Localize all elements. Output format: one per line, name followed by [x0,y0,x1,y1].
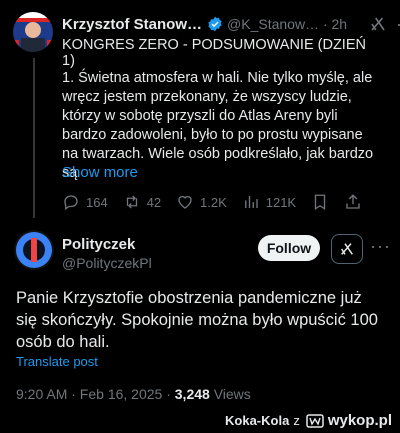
grok-icon[interactable] [369,15,387,38]
views-count: 121K [265,194,297,210]
tweet-actions: 164 42 1.2K 121K [62,193,362,211]
reply-views-count: 3,248 [174,386,210,402]
reply-count: 164 [86,194,108,210]
repost-icon [126,195,137,209]
like-button[interactable]: 1.2K [176,193,227,211]
share-icon [346,194,360,209]
views-button[interactable]: 121K [242,193,296,211]
tweet-heading: KONGRES ZERO - PODSUMOWANIE (DZIEŃ 1) [62,37,366,69]
follow-button[interactable]: Follow [258,235,320,261]
reply-icon [64,195,78,211]
repost-count: 42 [146,194,162,210]
watermark-separator: z [293,413,300,428]
more-options-icon[interactable]: ··· [396,14,400,35]
reply-timestamp[interactable]: 9:20 AM · Feb 16, 2025 · [16,386,175,402]
share-button[interactable] [344,193,362,211]
author-avatar[interactable] [13,12,53,52]
bookmark-button[interactable] [311,193,329,211]
reply-author-handle[interactable]: @PolityczekPl [62,255,152,271]
analytics-icon [244,196,258,208]
verified-badge-icon [207,16,223,32]
reply-button[interactable]: 164 [62,193,108,211]
reply-author-avatar[interactable] [14,230,54,270]
reply-text: Panie Krzysztofie obostrzenia pandemiczn… [16,289,378,351]
wykop-logo-icon [306,413,324,428]
like-count: 1.2K [200,194,227,210]
author-name[interactable]: Krzysztof Stanow… [62,16,202,33]
grok-icon [341,243,353,255]
thread-line [33,58,35,218]
heart-icon [178,195,192,209]
repost-button[interactable]: 42 [123,193,161,211]
watermark: Koka-Kola z wykop.pl [225,412,392,429]
watermark-user: Koka-Kola [225,413,290,428]
bookmark-icon [314,194,326,211]
reply-more-options-icon[interactable]: ··· [370,236,391,257]
reply-views-label: Views [209,386,251,402]
translate-post-link[interactable]: Translate post [16,354,98,369]
watermark-site: wykop.pl [327,412,392,429]
show-more-link[interactable]: Show more [62,164,138,181]
grok-button[interactable] [331,234,363,264]
reply-author-name[interactable]: Polityczek [62,236,135,253]
handle-and-time[interactable]: @K_Stanow… · 2h [227,16,347,32]
